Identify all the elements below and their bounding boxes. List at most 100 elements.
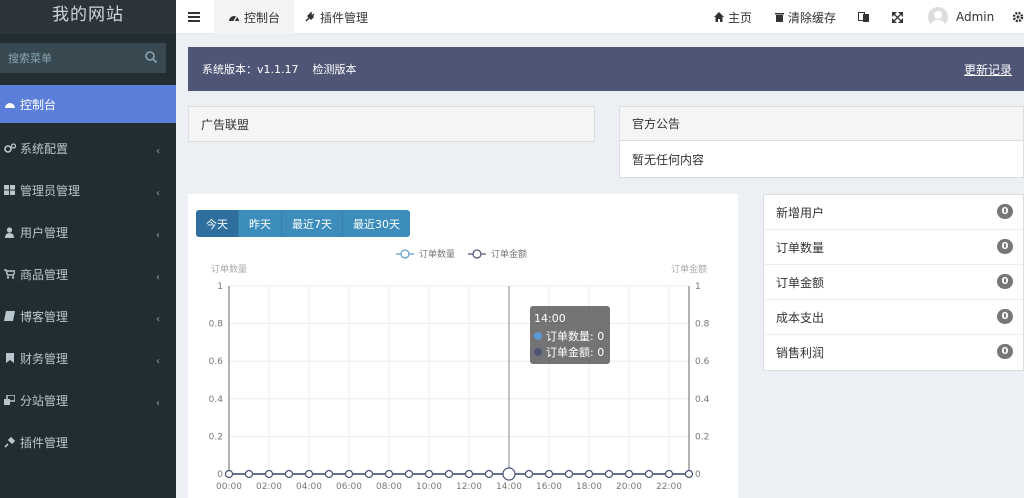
sidebar-item-3[interactable]: 用户管理 ‹ xyxy=(0,211,176,253)
data-point xyxy=(644,469,654,479)
sidebar: 我的网站 搜索菜单 控制台 系统配置 ‹ 管理员管理 ‹ 用户管理 ‹ 商品管理 ‹ 博客管理 ‹ 财… xyxy=(0,0,176,498)
version-bar: 系统版本：v1.1.17 检测版本 更新记录 xyxy=(188,47,1024,91)
y-tick-label-left: 0.8 xyxy=(209,320,224,330)
x-tick-label: 20:00 xyxy=(616,482,642,492)
order-line-chart[interactable]: 0 0 0.2 0.2 0.4 0.4 0.6 0.6 0.8 0.8 1 1 00:00 02:00 04… xyxy=(188,194,738,498)
y-tick-label-right: 0.8 xyxy=(695,320,710,330)
tooltip-marker xyxy=(534,348,542,356)
tooltip-line: 订单金额: 0 xyxy=(546,345,604,359)
sidebar-item-8[interactable]: 插件管理 xyxy=(0,421,176,463)
fullscreen-button[interactable] xyxy=(892,0,907,34)
y-tick-label-right: 0.2 xyxy=(695,432,709,442)
stat-row: 订单金额 0 xyxy=(764,265,1023,300)
clear-cache-label: 清除缓存 xyxy=(788,10,837,25)
stat-row: 成本支出 0 xyxy=(764,300,1023,335)
home-link[interactable]: 主页 xyxy=(714,0,752,34)
stat-label: 新增用户 xyxy=(776,205,825,220)
data-point xyxy=(244,469,254,479)
tab-plugins-label: 插件管理 xyxy=(320,10,369,25)
sidebar-menu: 控制台 系统配置 ‹ 管理员管理 ‹ 用户管理 ‹ 商品管理 ‹ 博客管理 ‹ 财务管理 ‹ 分站管理 ‹ 插… xyxy=(0,85,176,463)
data-point xyxy=(324,469,334,479)
version-text: 系统版本：v1.1.17 xyxy=(202,63,299,76)
chevron-left-icon: ‹ xyxy=(156,230,160,241)
data-point xyxy=(502,467,516,481)
data-point xyxy=(344,469,354,479)
user-name[interactable]: Admin xyxy=(956,10,994,24)
data-point xyxy=(284,469,294,479)
check-version-link[interactable]: 检测版本 xyxy=(313,61,357,77)
data-point xyxy=(524,469,534,479)
sidebar-item-7[interactable]: 分站管理 ‹ xyxy=(0,379,176,421)
changelog-link[interactable]: 更新记录 xyxy=(964,61,1012,78)
sidebar-item-label: 博客管理 xyxy=(20,309,69,324)
sidebar-item-label: 管理员管理 xyxy=(20,183,81,198)
ads-panel: 广告联盟 xyxy=(188,106,595,142)
sidebar-item-0[interactable]: 控制台 xyxy=(0,85,176,123)
x-tick-label: 04:00 xyxy=(296,482,322,492)
stat-value-badge: 0 xyxy=(997,204,1013,219)
sidebar-toggle-button[interactable] xyxy=(188,0,204,34)
tab-plugins[interactable]: 插件管理 xyxy=(304,0,368,34)
chevron-left-icon: ‹ xyxy=(156,272,160,283)
translate-icon[interactable] xyxy=(858,11,870,23)
avatar[interactable] xyxy=(928,7,948,27)
sidebar-item-4[interactable]: 商品管理 ‹ xyxy=(0,253,176,295)
y-tick-label-right: 0 xyxy=(695,470,701,480)
search-icon[interactable] xyxy=(144,50,158,67)
data-point xyxy=(544,469,554,479)
data-point xyxy=(304,469,314,479)
windows-icon xyxy=(3,184,16,196)
plug-icon xyxy=(3,436,16,448)
stats-list: 新增用户 0 订单数量 0 订单金额 0 成本支出 0 销售利润 0 xyxy=(763,194,1024,371)
legend-marker xyxy=(400,249,410,259)
clear-cache-button[interactable]: 清除缓存 xyxy=(775,0,836,34)
dashboard-icon xyxy=(229,15,239,21)
x-tick-label: 14:00 xyxy=(496,482,522,492)
data-point xyxy=(624,469,634,479)
x-tick-label: 00:00 xyxy=(216,482,242,492)
sidebar-item-2[interactable]: 管理员管理 ‹ xyxy=(0,169,176,211)
hamburger-icon[interactable] xyxy=(188,12,200,22)
stat-row: 新增用户 0 xyxy=(764,195,1023,230)
dashboard-icon xyxy=(3,98,16,110)
user-menu[interactable]: Admin xyxy=(928,0,994,34)
expand-icon[interactable] xyxy=(892,11,903,23)
brand-title[interactable]: 我的网站 xyxy=(0,0,176,34)
sidebar-item-6[interactable]: 财务管理 ‹ xyxy=(0,337,176,379)
cart-icon xyxy=(3,268,16,280)
search-input[interactable]: 搜索菜单 xyxy=(8,50,144,66)
stat-label: 订单金额 xyxy=(776,275,825,290)
notice-panel: 官方公告 暂无任何内容 xyxy=(619,106,1024,178)
plug-icon xyxy=(305,12,315,22)
data-point xyxy=(464,469,474,479)
y-tick-label-left: 0 xyxy=(217,470,223,480)
x-tick-label: 18:00 xyxy=(576,482,602,492)
stat-value-badge: 0 xyxy=(997,239,1013,254)
order-chart-card: 今天 昨天 最近7天 最近30天 0 0 0.2 0.2 0.4 0.4 0.6 0.6 0.8 0.8… xyxy=(188,194,738,498)
language-button[interactable] xyxy=(858,0,874,34)
data-point xyxy=(264,469,274,479)
sidebar-item-1[interactable]: 系统配置 ‹ xyxy=(0,127,176,169)
settings-button[interactable] xyxy=(1012,0,1024,34)
data-point xyxy=(664,469,674,479)
sidebar-item-label: 系统配置 xyxy=(20,141,69,156)
tooltip-marker xyxy=(534,332,542,340)
y-tick-label-right: 0.4 xyxy=(695,395,710,405)
stat-label: 成本支出 xyxy=(776,310,825,325)
stat-label: 订单数量 xyxy=(776,240,825,255)
gears-icon[interactable] xyxy=(1012,11,1024,23)
x-tick-label: 08:00 xyxy=(376,482,402,492)
tab-dashboard[interactable]: 控制台 xyxy=(214,0,295,34)
tooltip-line: 订单数量: 0 xyxy=(546,330,604,343)
chevron-left-icon: ‹ xyxy=(156,188,160,199)
sidebar-item-5[interactable]: 博客管理 ‹ xyxy=(0,295,176,337)
tab-dashboard-label: 控制台 xyxy=(244,10,281,25)
y-axis-title-left: 订单数量 xyxy=(211,263,247,275)
stat-value-badge: 0 xyxy=(997,344,1013,359)
stat-value-badge: 0 xyxy=(997,274,1013,289)
menu-search-box[interactable]: 搜索菜单 xyxy=(0,43,166,73)
x-tick-label: 16:00 xyxy=(536,482,562,492)
data-point xyxy=(564,469,574,479)
stat-row: 订单数量 0 xyxy=(764,230,1023,265)
notice-panel-body: 暂无任何内容 xyxy=(632,152,705,167)
